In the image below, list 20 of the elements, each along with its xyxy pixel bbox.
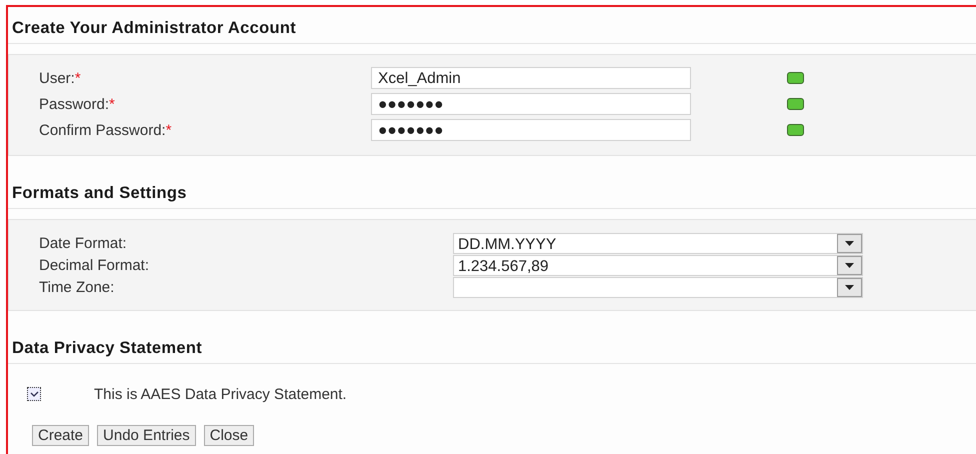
- checkmark-icon: [30, 391, 38, 397]
- section-title: Data Privacy Statement: [8, 327, 976, 364]
- field-label: Decimal Format:: [39, 256, 150, 274]
- input-field[interactable]: ●●●●●●●: [371, 119, 691, 141]
- action-button[interactable]: Undo Entries: [97, 425, 196, 446]
- field-label: Confirm Password:*: [39, 122, 173, 138]
- input-field[interactable]: Xcel_Admin: [371, 67, 691, 89]
- field-label: Date Format:: [39, 234, 128, 252]
- action-button[interactable]: Create: [32, 425, 90, 446]
- dropdown[interactable]: DD.MM.YYYY: [453, 232, 863, 254]
- input-field[interactable]: ●●●●●●●: [371, 93, 691, 115]
- dropdown[interactable]: 1.234.567,89: [453, 254, 863, 276]
- field-label: User:*: [39, 70, 82, 86]
- checkbox[interactable]: [27, 387, 41, 401]
- field-label: Time Zone:: [39, 278, 116, 296]
- field-label: Password:*: [39, 96, 116, 112]
- section-title: Create Your Administrator Account: [8, 7, 976, 44]
- checkbox-label: This is AAES Data Privacy Statement.: [94, 386, 347, 402]
- section-title: Formats and Settings: [8, 172, 976, 209]
- action-button[interactable]: Close: [204, 425, 254, 446]
